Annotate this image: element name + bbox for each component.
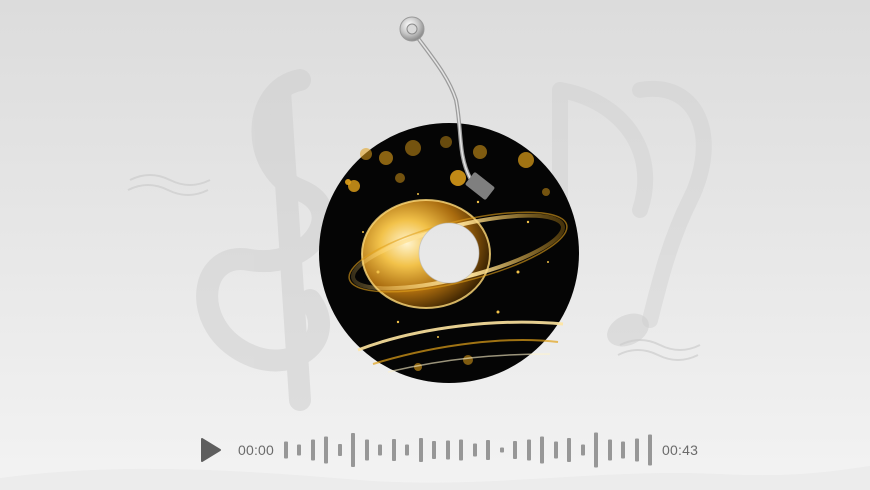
current-time: 00:00 — [238, 442, 275, 458]
waveform-bar — [459, 439, 464, 461]
waveform-bar — [635, 438, 640, 462]
waveform-progress[interactable] — [284, 431, 653, 469]
waveform-bar — [527, 439, 532, 461]
waveform-bar — [581, 444, 586, 456]
waveform-bar — [432, 441, 437, 459]
waveform-bar — [392, 439, 397, 461]
waveform-bar — [446, 440, 451, 460]
waveform-bar — [351, 433, 356, 467]
waveform-bar — [500, 447, 505, 453]
waveform-bar — [473, 443, 478, 457]
waveform-bar — [365, 439, 370, 461]
waveform-bar — [378, 444, 383, 456]
waveform-bar — [405, 444, 410, 456]
waveform-bar — [540, 436, 545, 464]
waveform-bar — [338, 444, 343, 456]
play-button[interactable] — [198, 435, 224, 465]
waveform-bar — [608, 439, 613, 461]
waveform-bar — [419, 438, 424, 462]
waveform-bar — [621, 441, 626, 459]
audio-player: 00:00 00:43 — [196, 428, 706, 472]
waveform-bar — [284, 441, 289, 459]
vinyl-disc — [318, 122, 580, 384]
waveform-bar — [297, 444, 302, 456]
waveform-bar — [324, 436, 329, 464]
waveform-bar — [486, 440, 491, 460]
player-stage — [0, 0, 870, 420]
waveform-bar — [311, 439, 316, 461]
waveform-bar — [648, 434, 653, 466]
waveform-bar — [594, 432, 599, 468]
waveform-bar — [567, 438, 572, 462]
play-icon — [201, 438, 221, 462]
duration-time: 00:43 — [662, 442, 699, 458]
waveform-bar — [513, 441, 518, 459]
waveform-bar — [554, 441, 559, 459]
